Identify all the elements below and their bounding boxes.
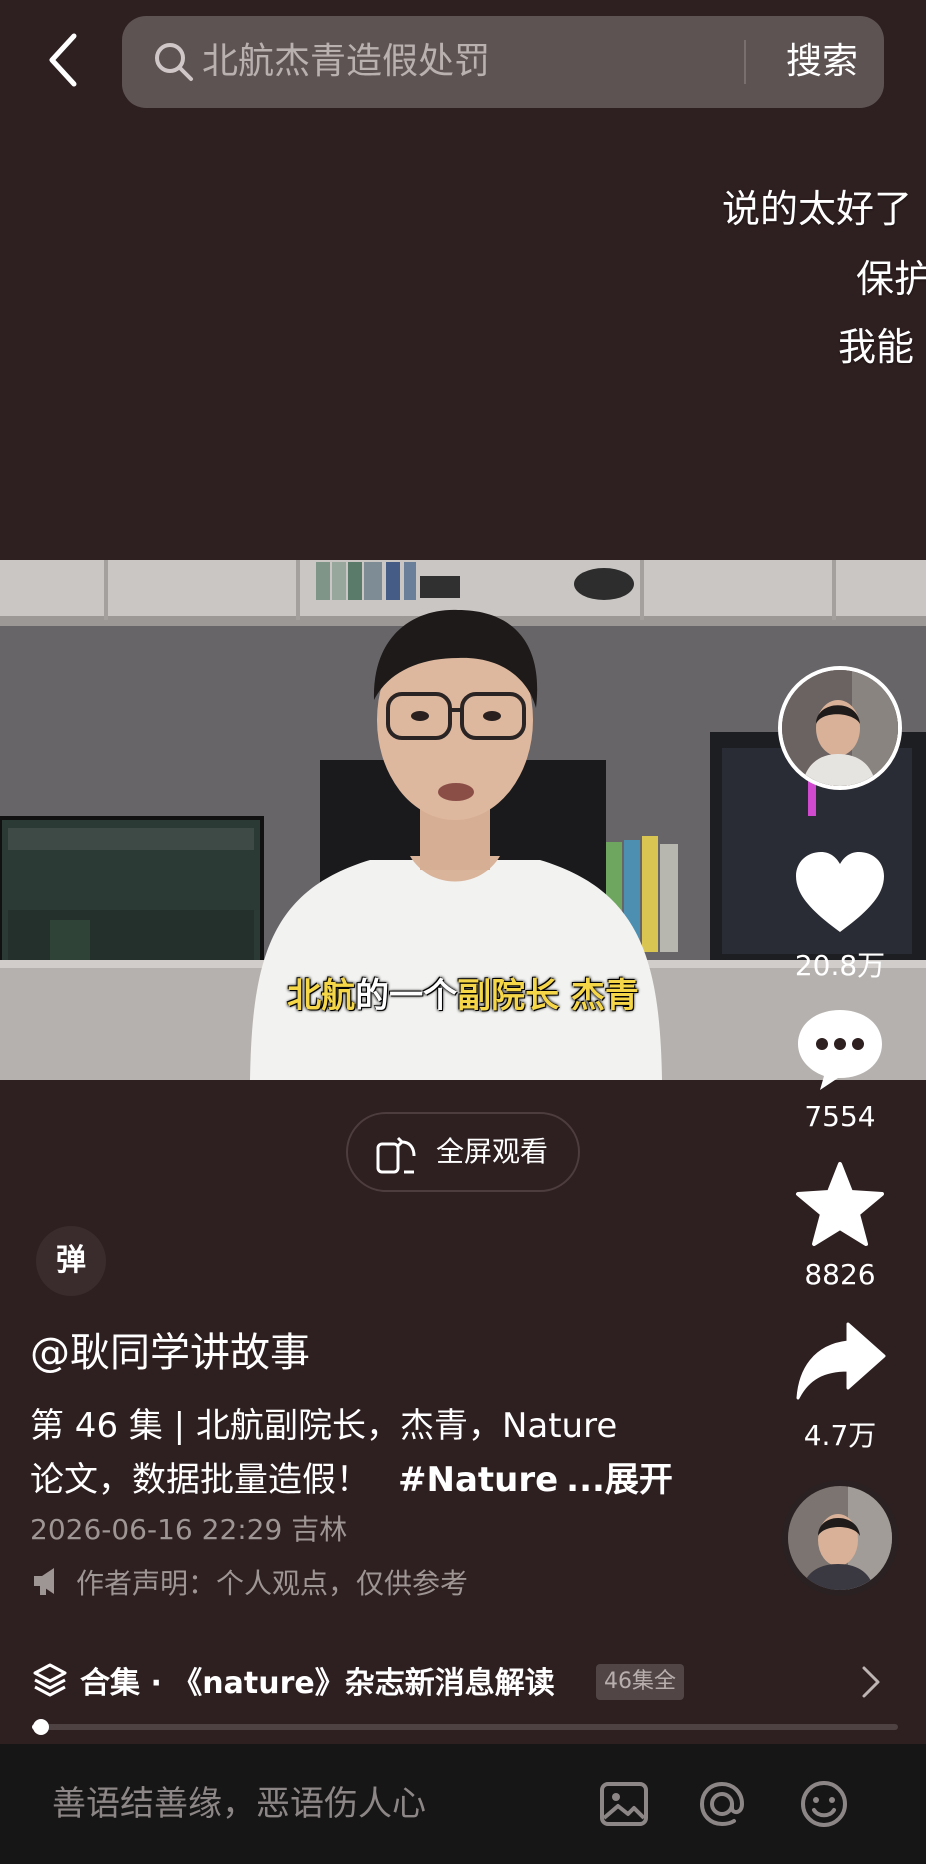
image-icon[interactable] <box>596 1776 652 1832</box>
author-avatar[interactable] <box>778 666 902 790</box>
caption-text: 第 46 集 | 北航副院长，杰青，Nature <box>30 1406 618 1446</box>
fullscreen-label: 全屏观看 <box>436 1135 549 1168</box>
back-arrow-icon <box>49 33 77 87</box>
subtitle-segment <box>559 976 571 1016</box>
danmaku-comment: 保护 <box>856 257 926 301</box>
subtitle-segment: 杰青 <box>570 976 639 1016</box>
share-arrow-icon[interactable] <box>790 1318 890 1408</box>
subtitle-segment: 副院长 <box>457 976 560 1016</box>
collection-episode-badge: 46集全 <box>596 1664 684 1700</box>
danmaku-comment: 说的太好了 <box>722 187 913 231</box>
hashtag-link[interactable]: #Nature <box>398 1460 558 1500</box>
music-disc-avatar <box>788 1486 892 1590</box>
expand-caption-button[interactable]: ...展开 <box>566 1460 673 1500</box>
rotate-screen-icon <box>374 1132 418 1176</box>
comment-bubble-icon[interactable] <box>790 1004 890 1094</box>
danmaku-toggle-button[interactable]: 弹 <box>36 1226 106 1296</box>
caption-text-continued: 论文，数据批量造假！ #Nature ...展开 <box>30 1452 673 1501</box>
mention-at-icon[interactable] <box>694 1776 750 1832</box>
collection-title: 合集 · 《nature》杂志新消息解读 <box>80 1666 555 1701</box>
post-date-location: 2026-06-16 22:29 吉林 <box>30 1513 348 1546</box>
like-heart-icon[interactable] <box>790 848 890 938</box>
chevron-right-icon <box>856 1662 884 1702</box>
comment-input[interactable]: 善语结善缘，恶语伤人心 <box>52 1744 426 1864</box>
author-disclaimer: 作者声明：个人观点，仅供参考 <box>76 1567 469 1600</box>
avatar-photo <box>782 670 898 786</box>
danmaku-comment: 我能 <box>838 325 915 369</box>
collection-bar[interactable]: 合集 · 《nature》杂志新消息解读 46集全 <box>0 1648 926 1712</box>
search-bar[interactable]: 北航杰青造假处罚 搜索 <box>122 16 884 108</box>
caption-text: 论文，数据批量造假！ <box>30 1460 370 1500</box>
megaphone-icon <box>30 1564 64 1598</box>
subtitle-segment: 北航 <box>287 976 356 1016</box>
like-count: 20.8万 <box>794 949 886 982</box>
comment-count: 7554 <box>804 1100 876 1133</box>
author-name[interactable]: @耿同学讲故事 <box>30 1320 310 1378</box>
emoji-icon[interactable] <box>796 1776 852 1832</box>
favorite-count: 8826 <box>804 1258 876 1291</box>
layers-icon <box>32 1662 68 1698</box>
favorite-star-icon[interactable] <box>790 1160 890 1250</box>
search-divider <box>744 40 746 84</box>
search-icon <box>150 38 198 86</box>
video-progress-bar[interactable] <box>32 1719 898 1735</box>
share-count: 4.7万 <box>803 1419 877 1452</box>
video-player[interactable]: 北航的一个副院长 杰青 <box>0 560 926 1080</box>
comment-bar: 善语结善缘，恶语伤人心 <box>0 1744 926 1864</box>
search-button[interactable]: 搜索 <box>772 16 872 108</box>
subtitle-segment: 的一个 <box>355 976 458 1016</box>
progress-handle[interactable] <box>32 1719 49 1735</box>
search-input[interactable]: 北航杰青造假处罚 <box>202 16 490 108</box>
music-disc[interactable] <box>782 1480 898 1596</box>
back-button[interactable] <box>40 30 92 90</box>
fullscreen-button[interactable]: 全屏观看 <box>346 1112 580 1192</box>
